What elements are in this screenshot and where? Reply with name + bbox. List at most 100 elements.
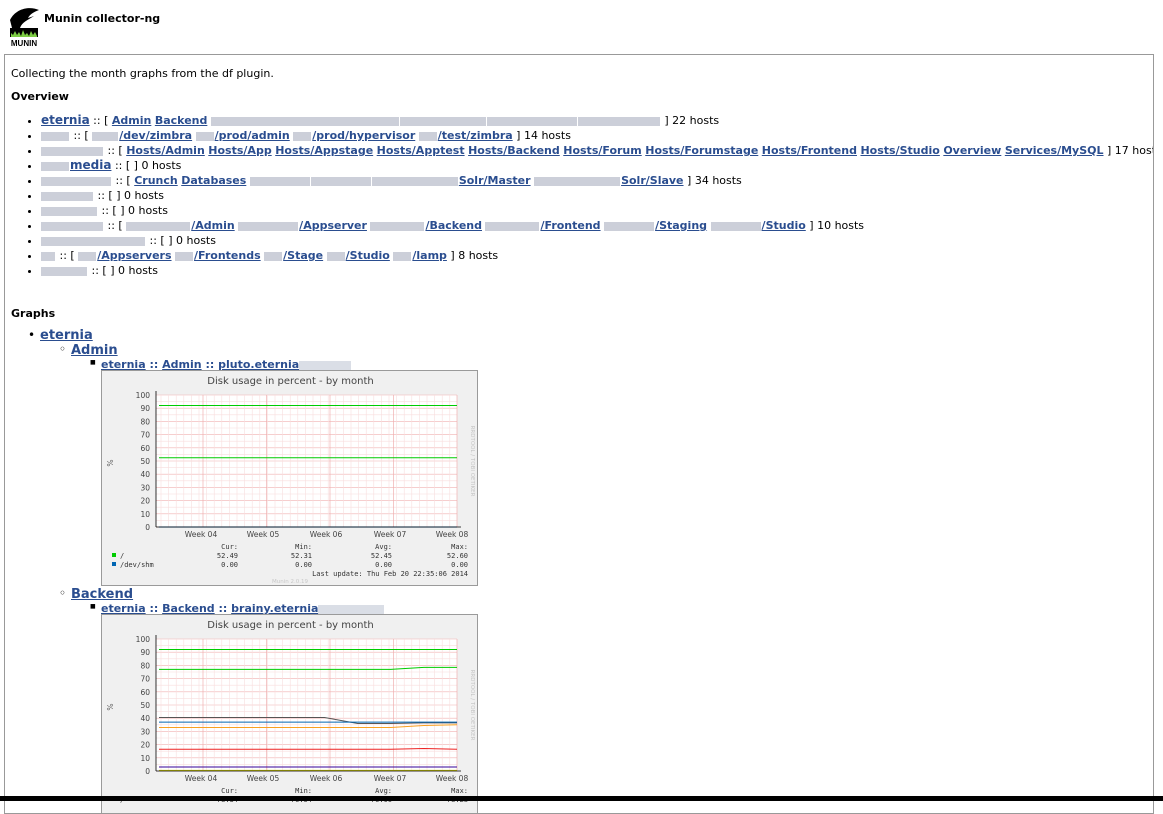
overview-sub-link[interactable]: Crunch: [134, 174, 178, 187]
redacted-text: [92, 131, 119, 141]
overview-sub-link[interactable]: /prod/hypervisor: [312, 129, 415, 142]
y-tick-label: 90: [140, 404, 150, 413]
overview-sub-link[interactable]: Hosts/App: [208, 144, 271, 157]
redacted-text: [710, 221, 761, 231]
y-tick-label: 50: [140, 457, 150, 466]
graph-group: eternia: [28, 328, 93, 343]
chart-title: Disk usage in percent - by month: [207, 620, 373, 631]
overview-sub-link[interactable]: Admin: [112, 114, 151, 127]
redacted-text: [175, 251, 194, 261]
overview-sub-link[interactable]: /Studio: [762, 219, 806, 232]
overview-sub-link[interactable]: Solr/Slave: [621, 174, 683, 187]
overview-sub-link[interactable]: /Appserver: [299, 219, 367, 232]
overview-sub-link[interactable]: /Frontends: [194, 249, 261, 262]
graph-section-backend: Backend: [59, 586, 133, 602]
overview-group-link[interactable]: media: [70, 158, 111, 172]
legend-value: 52.49: [217, 552, 238, 560]
overview-sub-link[interactable]: Hosts/Appstage: [275, 144, 373, 157]
overview-sub-link[interactable]: Hosts/Frontend: [762, 144, 857, 157]
overview-item: :: [ ] 0 hosts: [41, 188, 1153, 203]
overview-sub-link[interactable]: /Admin: [191, 219, 234, 232]
disk-usage-graph-admin[interactable]: Disk usage in percent - by month 0 10 20 30 4…: [101, 370, 478, 586]
disk-usage-graph-backend[interactable]: Disk usage in percent - by month 0 10 20 30 4…: [101, 614, 478, 813]
overview-sub-link[interactable]: /Studio: [346, 249, 390, 262]
redacted-text: [264, 251, 283, 261]
section-link-admin[interactable]: Admin: [71, 343, 118, 358]
x-tick-label: Week 07: [374, 530, 407, 539]
overview-sub-link[interactable]: /Frontend: [540, 219, 600, 232]
legend-value: 0.00: [375, 561, 392, 569]
legend-header: Avg:: [375, 787, 392, 795]
y-tick-label: 0: [145, 767, 150, 776]
overview-sub-link[interactable]: Databases: [181, 174, 246, 187]
overview-sub-link[interactable]: /Backend: [425, 219, 482, 232]
overview-item: :: [ ] 0 hosts: [41, 263, 1153, 278]
y-tick-label: 100: [136, 635, 151, 644]
redacted-text: [418, 131, 437, 141]
graph-group-link[interactable]: eternia: [40, 328, 93, 343]
overview-sub-link[interactable]: Hosts/Apptest: [377, 144, 465, 157]
last-update: Last update: Thu Feb 20 22:35:06 2014: [312, 570, 468, 578]
overview-sub-link[interactable]: /lamp: [412, 249, 447, 262]
overview-sub-link[interactable]: /Stage: [283, 249, 323, 262]
chart-title: Disk usage in percent - by month: [207, 376, 373, 387]
redacted-text: [195, 131, 214, 141]
overview-sub-link[interactable]: /Staging: [655, 219, 707, 232]
rrdtool-credit: RRDTOOL / TOBI OETIKER: [469, 426, 475, 497]
overview-sub-link[interactable]: /dev/zimbra: [119, 129, 192, 142]
legend-value: 0.00: [451, 561, 468, 569]
legend-value: 0.00: [221, 561, 238, 569]
redacted-text: [249, 176, 310, 186]
x-tick-label: Week 08: [436, 530, 469, 539]
redacted-text: [41, 176, 111, 186]
overview-sub-link[interactable]: Backend: [155, 114, 208, 127]
overview-sub-link[interactable]: Overview: [943, 144, 1001, 157]
y-tick-label: 70: [140, 675, 150, 684]
overview-sub-link[interactable]: Hosts/Studio: [860, 144, 939, 157]
legend-value: 52.60: [447, 552, 468, 560]
redacted-text: [210, 116, 399, 126]
redacted-text: [41, 221, 103, 231]
munin-logo: MUNIN: [10, 8, 39, 48]
chart-svg: Disk usage in percent - by month 0 10 20 30 4…: [106, 620, 475, 804]
y-tick-label: 40: [140, 470, 150, 479]
overview-sub-link[interactable]: Solr/Master: [459, 174, 531, 187]
legend-header: Max:: [451, 543, 468, 551]
redacted-text: [370, 221, 425, 231]
munin-version: Munin 2.0.19: [272, 579, 308, 585]
legend-header: Cur:: [221, 543, 238, 551]
window-bottom-edge: [0, 796, 1163, 801]
y-tick-label: 50: [140, 701, 150, 710]
graphs-heading: Graphs: [11, 307, 56, 320]
overview-sub-link[interactable]: Hosts/Forumstage: [645, 144, 758, 157]
y-tick-label: 60: [140, 688, 150, 697]
x-tick-label: Week 04: [185, 530, 218, 539]
y-tick-label: 20: [140, 741, 150, 750]
overview-heading: Overview: [11, 90, 69, 103]
overview-item: media :: [ ] 0 hosts: [41, 158, 1153, 173]
redacted-text: [41, 161, 69, 171]
x-tick-label: Week 08: [436, 774, 469, 783]
y-tick-label: 70: [140, 431, 150, 440]
legend-header: Avg:: [375, 543, 392, 551]
legend-header: Cur:: [221, 787, 238, 795]
y-tick-label: 30: [140, 727, 150, 736]
overview-sub-link[interactable]: /test/zimbra: [438, 129, 513, 142]
overview-sub-link[interactable]: /Appservers: [97, 249, 171, 262]
overview-group-link[interactable]: eternia: [41, 113, 90, 127]
app-title: Munin collector-ng: [44, 12, 161, 25]
overview-item: :: [ Hosts/Admin Hosts/App Hosts/Appstag…: [41, 143, 1153, 158]
y-tick-label: 20: [140, 497, 150, 506]
overview-sub-link[interactable]: Hosts/Admin: [126, 144, 205, 157]
overview-sub-link[interactable]: /prod/admin: [215, 129, 290, 142]
y-tick-label: 0: [145, 523, 150, 532]
section-link-backend[interactable]: Backend: [71, 587, 133, 602]
overview-sub-link[interactable]: Hosts/Backend: [468, 144, 560, 157]
overview-sub-link[interactable]: Services/MySQL: [1005, 144, 1104, 157]
legend-value: 52.31: [291, 552, 312, 560]
y-axis-label: %: [106, 703, 115, 710]
svg-text:MUNIN: MUNIN: [11, 39, 37, 48]
redacted-text: [604, 221, 655, 231]
x-tick-label: Week 05: [247, 774, 280, 783]
overview-sub-link[interactable]: Hosts/Forum: [563, 144, 641, 157]
